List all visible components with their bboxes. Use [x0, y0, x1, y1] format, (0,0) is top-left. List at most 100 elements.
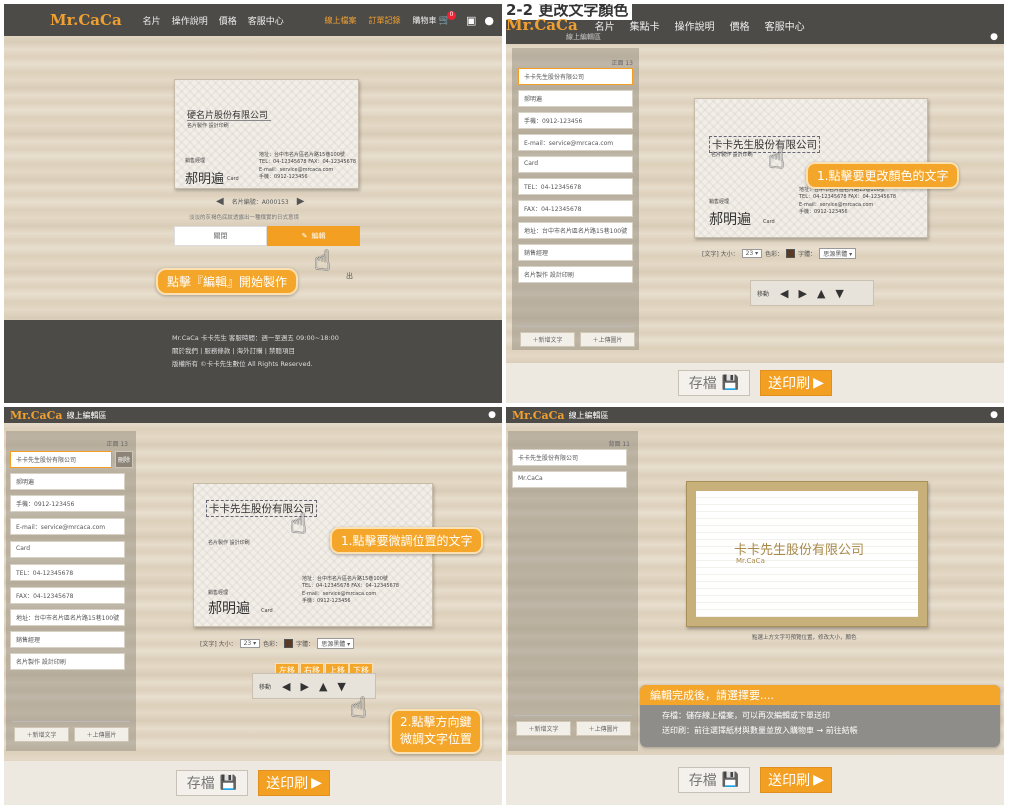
text-field[interactable]: FAX：04-12345678	[10, 587, 125, 604]
color-label: 色彩：	[263, 641, 282, 648]
card-name[interactable]: 郝明遍	[208, 598, 250, 618]
upload-image-button[interactable]: ＋上傳圖片	[74, 727, 129, 742]
site-logo[interactable]: Mr.CaCa	[512, 409, 565, 422]
nav-guide[interactable]: 操作說明	[675, 18, 715, 33]
text-field[interactable]: Card	[10, 541, 125, 558]
print-button[interactable]: 送印刷 ▶	[760, 767, 832, 793]
font-select[interactable]: 思源黑體 ▾	[819, 248, 857, 259]
link-online-files[interactable]: 線上檔案	[325, 15, 357, 26]
footer-line2[interactable]: 關於我們 | 服務條款 | 海外訂購 | 禁聽項目	[172, 345, 502, 358]
text-field[interactable]: 郝明遍	[10, 473, 125, 490]
nav-cards[interactable]: 名片	[143, 14, 161, 27]
arrow-down-icon[interactable]: ▼	[337, 680, 345, 693]
text-field[interactable]: 名片製作 設計印刷	[10, 653, 125, 670]
site-logo[interactable]: Mr.CaCa	[10, 409, 63, 422]
text-field[interactable]: 手機：0912-123456	[10, 495, 125, 512]
text-field[interactable]: 銷售經理	[10, 631, 125, 648]
arrow-up-icon[interactable]: ▲	[319, 680, 327, 693]
color-swatch[interactable]	[786, 249, 796, 258]
arrow-left-icon[interactable]: ◀	[282, 680, 290, 693]
nav-cards[interactable]: 名片	[595, 18, 615, 33]
text-field[interactable]: 卡卡先生股份有限公司	[518, 68, 633, 85]
font-select[interactable]: 思源黑體 ▾	[317, 638, 355, 649]
card-company[interactable]: 卡卡先生股份有限公司	[709, 136, 820, 153]
card-address[interactable]: 地址：台中市名片區名片路15巷100號	[302, 576, 399, 583]
arrow-up-icon[interactable]: ▲	[817, 287, 825, 300]
text-field[interactable]: TEL：04-12345678	[10, 564, 125, 581]
prev-arrow-icon[interactable]: ◀	[216, 196, 224, 207]
card-email[interactable]: E-mail：service@mrcaca.com	[302, 591, 399, 598]
hand-cursor-icon: ☝	[314, 244, 332, 277]
nav-price[interactable]: 價格	[730, 18, 750, 33]
link-cart[interactable]: 購物車	[413, 15, 437, 26]
chat-icon[interactable]: ▣	[466, 14, 476, 27]
arrow-left-icon[interactable]: ◀	[780, 287, 788, 300]
site-logo[interactable]: Mr.CaCa	[50, 11, 122, 29]
hand-cursor-icon: ☝	[290, 507, 308, 540]
upload-image-button[interactable]: ＋上傳圖片	[580, 332, 635, 347]
text-field[interactable]: 名片製作 設計印刷	[518, 266, 633, 283]
text-field[interactable]: 郝明遍	[518, 90, 633, 107]
save-button[interactable]: 存檔 💾	[176, 770, 248, 796]
close-button[interactable]: 關閉	[174, 226, 267, 246]
arrow-right-icon[interactable]: ▶	[300, 680, 308, 693]
site-footer: Mr.CaCa 卡卡先生 客服時間：週一至週五 09:00~18:00 關於我們…	[4, 320, 502, 403]
nav-guide[interactable]: 操作說明	[172, 14, 208, 27]
user-icon[interactable]: ●	[488, 410, 496, 420]
nav-support[interactable]: 客服中心	[248, 14, 284, 27]
nav-points[interactable]: 集點卡	[630, 18, 660, 33]
nav-support[interactable]: 客服中心	[765, 18, 805, 33]
save-button[interactable]: 存檔 💾	[678, 370, 750, 396]
link-orders[interactable]: 訂單記錄	[369, 15, 401, 26]
text-field[interactable]: TEL：04-12345678	[518, 178, 633, 195]
text-field-selected[interactable]: 卡卡先生股份有限公司	[10, 451, 112, 468]
card-title[interactable]: 銷售經理	[208, 590, 228, 597]
card-back-company[interactable]: 卡卡先生股份有限公司	[734, 539, 864, 558]
delete-button[interactable]: 刪除	[115, 451, 133, 468]
size-select[interactable]: 23 ▾	[239, 639, 261, 648]
card-tel-fax[interactable]: TEL：04-12345678 FAX：04-12345678	[302, 583, 399, 590]
text-field[interactable]: E-mail：service@mrcaca.com	[518, 134, 633, 151]
card-number: 名片編號：A000153	[231, 199, 289, 206]
card-tagline[interactable]: 名片製作 設計印刷	[711, 152, 753, 159]
text-field[interactable]: 手機：0912-123456	[518, 112, 633, 129]
card-mobile[interactable]: 手機：0912-123456	[302, 598, 399, 605]
text-field[interactable]: E-mail：service@mrcaca.com	[10, 518, 125, 535]
business-card-canvas[interactable]: 卡卡先生股份有限公司 名片製作 設計印刷 銷售經理 郝明遍 Card 地址：台中…	[193, 483, 433, 627]
card-email[interactable]: E-mail：service@mrcaca.com	[799, 202, 896, 209]
nav-price[interactable]: 價格	[219, 14, 237, 27]
print-button[interactable]: 送印刷 ▶	[760, 370, 832, 396]
card-tel-fax[interactable]: TEL：04-12345678 FAX：04-12345678	[799, 194, 896, 201]
save-button[interactable]: 存檔 💾	[678, 767, 750, 793]
upload-image-button[interactable]: ＋上傳圖片	[576, 721, 631, 736]
card-back-canvas[interactable]: 卡卡先生股份有限公司 Mr.CaCa	[686, 481, 928, 627]
card-back-sub[interactable]: Mr.CaCa	[736, 557, 765, 565]
card-mobile[interactable]: 手機：0912-123456	[799, 209, 896, 216]
edit-button[interactable]: ✎ 編輯	[267, 226, 360, 246]
user-icon[interactable]: ●	[990, 410, 998, 420]
card-name-en[interactable]: Card	[763, 219, 775, 226]
add-text-button[interactable]: ＋新增文字	[14, 727, 69, 742]
card-mobile: 手機：0912-123456	[259, 173, 308, 180]
size-select[interactable]: 23 ▾	[741, 249, 763, 258]
card-tagline[interactable]: 名片製作 設計印刷	[208, 540, 250, 547]
text-field[interactable]: 銷售經理	[518, 244, 633, 261]
add-text-button[interactable]: ＋新增文字	[520, 332, 575, 347]
text-field[interactable]: Card	[518, 156, 633, 173]
text-field[interactable]: FAX：04-12345678	[518, 200, 633, 217]
arrow-right-icon[interactable]: ▶	[798, 287, 806, 300]
add-text-button[interactable]: ＋新增文字	[516, 721, 571, 736]
text-field[interactable]: Mr.CaCa	[512, 471, 627, 488]
card-title[interactable]: 銷售經理	[709, 199, 729, 206]
next-arrow-icon[interactable]: ▶	[297, 196, 305, 207]
user-icon[interactable]: ●	[990, 32, 998, 42]
arrow-down-icon[interactable]: ▼	[835, 287, 843, 300]
print-button[interactable]: 送印刷 ▶	[258, 770, 330, 796]
text-field[interactable]: 地址：台中市名片區名片路15巷100號	[10, 609, 125, 626]
card-name[interactable]: 郝明遍	[709, 209, 751, 229]
text-field[interactable]: 卡卡先生股份有限公司	[512, 449, 627, 466]
color-swatch[interactable]	[284, 639, 294, 648]
card-name-en[interactable]: Card	[261, 608, 273, 615]
user-icon[interactable]: ●	[484, 14, 494, 27]
text-field[interactable]: 地址：台中市名片區名片路15巷100號	[518, 222, 633, 239]
